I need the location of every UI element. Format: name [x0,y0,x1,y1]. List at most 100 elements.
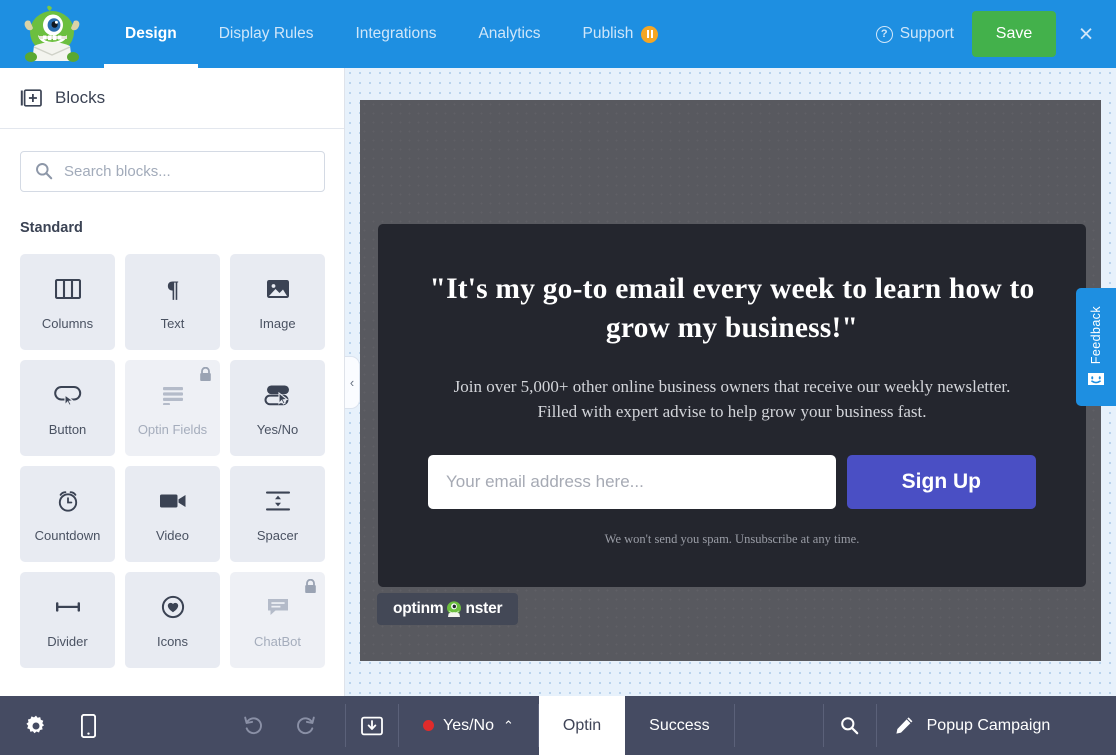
paragraph-icon: ¶ [158,274,188,304]
nav-tab-publish-label: Publish [582,25,633,43]
branding-text-before: optinm [393,600,443,618]
block-label: Video [156,528,189,543]
nav-tab-integrations[interactable]: Integrations [334,0,457,68]
blocks-icon [20,88,42,108]
blocks-sidebar: Blocks Standard [0,68,345,696]
paused-badge-icon [641,26,658,43]
alarm-clock-icon [53,486,83,516]
optinmonster-logo[interactable] [0,0,104,68]
nav-tab-analytics[interactable]: Analytics [457,0,561,68]
popup-modal: "It's my go-to email every week to learn… [378,224,1086,587]
bottom-toolbar-left [0,696,345,755]
view-tab-optin-label: Optin [563,717,601,735]
smiley-face-icon [1087,372,1105,388]
block-spacer[interactable]: Spacer [230,466,325,562]
support-button[interactable]: ? Support [858,25,972,43]
search-blocks-wrapper [20,151,324,192]
search-blocks-input[interactable] [20,151,325,192]
block-divider[interactable]: Divider [20,572,115,668]
undo-redo-group [227,696,345,755]
popup-subtext-line-1: Join over 5,000+ other online business o… [428,374,1036,400]
block-label: Image [259,316,295,331]
popup-preview-stage: "It's my go-to email every week to learn… [360,100,1101,661]
feedback-label: Feedback [1089,306,1103,364]
block-icons[interactable]: Icons [125,572,220,668]
support-label: Support [900,25,954,43]
view-tab-optin[interactable]: Optin [539,696,625,755]
video-camera-icon [158,486,188,516]
nav-tab-display-rules-label: Display Rules [219,25,314,43]
nav-tab-display-rules[interactable]: Display Rules [198,0,335,68]
optin-fields-icon [158,380,188,410]
block-button[interactable]: Button [20,360,115,456]
lock-icon [304,579,317,594]
main-nav: Design Display Rules Integrations Analyt… [104,0,679,68]
nav-tab-analytics-label: Analytics [478,25,540,43]
settings-button[interactable] [10,696,62,755]
nav-tab-design[interactable]: Design [104,0,198,68]
campaign-name-edit[interactable]: Popup Campaign [877,696,1073,755]
block-label: Spacer [257,528,298,543]
sidebar-title: Blocks [55,88,105,108]
feedback-tab[interactable]: Feedback [1076,288,1116,406]
pencil-icon [895,716,914,735]
nav-tab-publish[interactable]: Publish [561,0,679,68]
view-tab-success[interactable]: Success [625,696,733,755]
block-countdown[interactable]: Countdown [20,466,115,562]
chat-bubble-icon [263,592,293,622]
spacer-icon [263,486,293,516]
save-button[interactable]: Save [972,11,1056,57]
optinmonster-campaign-builder: Design Display Rules Integrations Analyt… [0,0,1116,755]
search-button[interactable] [824,696,876,755]
sidebar-body: Standard Columns ¶ [0,129,344,668]
block-optin-fields: Optin Fields [125,360,220,456]
export-button[interactable] [346,696,398,755]
sidebar-collapse-handle[interactable]: ‹ [345,356,360,409]
campaign-canvas: "It's my go-to email every week to learn… [345,68,1116,696]
sign-up-button[interactable]: Sign Up [847,455,1036,509]
view-tab-yes-no[interactable]: Yes/No ⌃ [399,696,538,755]
header-spacer [679,0,857,68]
block-columns[interactable]: Columns [20,254,115,350]
svg-text:¶: ¶ [166,277,178,301]
lock-icon [199,367,212,382]
monster-mascot-icon [22,5,82,63]
gear-icon [25,715,47,737]
block-text[interactable]: ¶ Text [125,254,220,350]
popup-fine-print: We won't send you spam. Unsubscribe at a… [428,532,1036,547]
nav-tab-design-label: Design [125,25,177,43]
redo-icon [295,715,316,736]
close-icon[interactable]: × [1068,14,1104,54]
block-label: Button [49,422,87,437]
block-yes-no[interactable]: Yes/No [230,360,325,456]
toolbar-blank-segment [735,696,823,755]
heart-circle-icon [158,592,188,622]
sidebar-header: Blocks [0,68,344,129]
undo-button[interactable] [227,696,279,755]
block-label: Optin Fields [138,422,207,437]
yes-no-icon [263,380,293,410]
header-actions: ? Support Save × [858,0,1116,68]
block-video[interactable]: Video [125,466,220,562]
optinmonster-branding-badge[interactable]: optinm nster [377,593,518,625]
campaign-name-label: Popup Campaign [927,717,1051,735]
undo-icon [243,715,264,736]
popup-subtext-line-2: Filled with expert advise to help grow y… [428,399,1036,425]
popup-headline[interactable]: "It's my go-to email every week to learn… [428,270,1036,348]
status-dot-icon [423,720,434,731]
email-input[interactable] [428,455,836,509]
popup-subtext[interactable]: Join over 5,000+ other online business o… [428,374,1036,425]
redo-button[interactable] [279,696,331,755]
block-label: ChatBot [254,634,301,649]
chevron-up-icon: ⌃ [503,719,514,732]
mobile-preview-button[interactable] [62,696,114,755]
bottom-toolbar: Yes/No ⌃ Optin Success Popup Campaign [0,696,1116,755]
standard-section-title: Standard [20,220,324,236]
view-tab-success-label: Success [649,717,709,735]
block-image[interactable]: Image [230,254,325,350]
block-label: Columns [42,316,93,331]
block-label: Divider [47,634,87,649]
block-label: Text [161,316,185,331]
block-label: Icons [157,634,188,649]
popup-optin-form: Sign Up [428,455,1036,509]
